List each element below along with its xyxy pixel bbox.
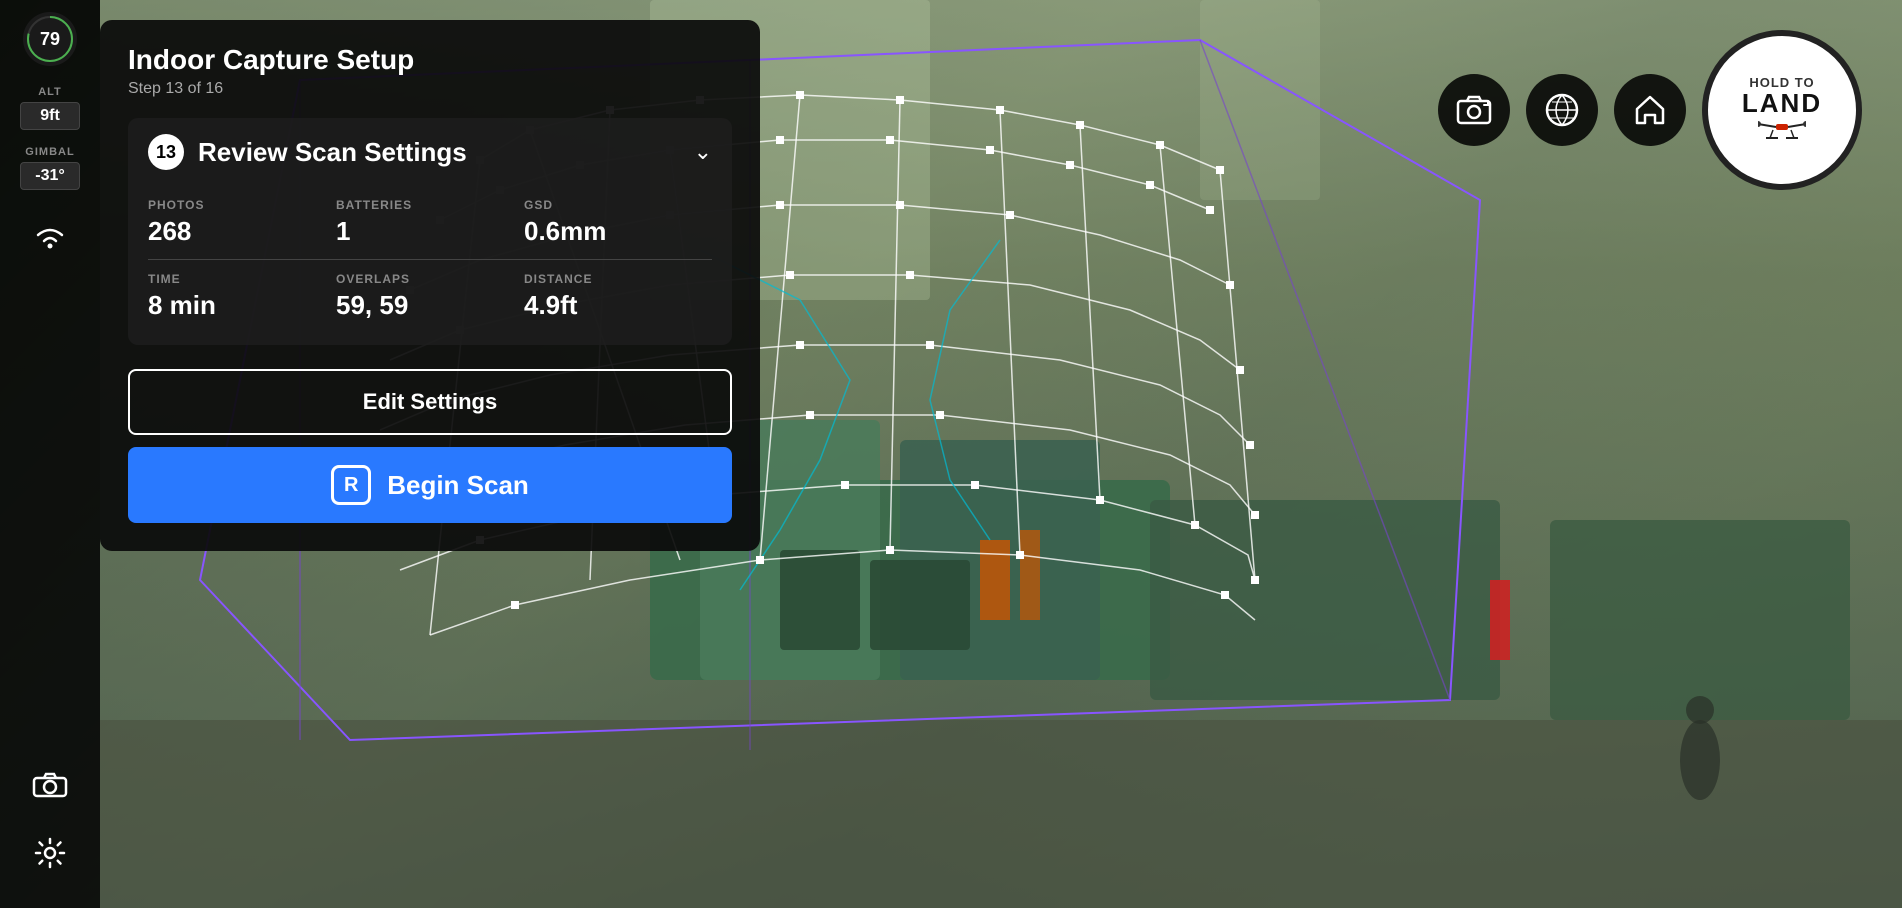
gimbal-value: -31° bbox=[20, 162, 80, 190]
battery-indicator: 79 bbox=[23, 12, 77, 66]
batteries-label: BATTERIES bbox=[336, 198, 524, 212]
gimbal-section: GIMBAL -31° bbox=[0, 146, 100, 206]
begin-scan-button[interactable]: R Begin Scan bbox=[128, 447, 732, 523]
hold-to-land-button[interactable]: HOLD TO LAND bbox=[1702, 30, 1862, 190]
altitude-section: ALT 9ft bbox=[0, 86, 100, 146]
map-button[interactable] bbox=[1526, 74, 1598, 146]
photos-label: PHOTOS bbox=[148, 198, 336, 212]
stats-grid: PHOTOS 268 BATTERIES 1 GSD 0.6mm TIME 8 … bbox=[148, 190, 712, 329]
distance-value: 4.9ft bbox=[524, 290, 712, 321]
top-right-controls: HOLD TO LAND bbox=[1438, 30, 1862, 190]
overlaps-label: OVERLAPS bbox=[336, 272, 524, 286]
begin-scan-label: Begin Scan bbox=[387, 470, 529, 501]
step-header-left: 13 Review Scan Settings bbox=[148, 134, 467, 170]
wifi-icon bbox=[32, 222, 68, 257]
time-stat: TIME 8 min bbox=[148, 264, 336, 329]
alt-label: ALT bbox=[38, 86, 62, 98]
photos-value: 268 bbox=[148, 216, 336, 247]
time-value: 8 min bbox=[148, 290, 336, 321]
edit-settings-button[interactable]: Edit Settings bbox=[128, 369, 732, 435]
step-header: 13 Review Scan Settings ⌄ bbox=[148, 134, 712, 170]
overlaps-value: 59, 59 bbox=[336, 290, 524, 321]
home-button[interactable] bbox=[1614, 74, 1686, 146]
panel-title: Indoor Capture Setup bbox=[128, 44, 732, 76]
alt-value: 9ft bbox=[20, 102, 80, 130]
gimbal-label: GIMBAL bbox=[25, 146, 74, 158]
gsd-label: GSD bbox=[524, 198, 712, 212]
overlaps-stat: OVERLAPS 59, 59 bbox=[336, 264, 524, 329]
gsd-stat: GSD 0.6mm bbox=[524, 190, 712, 255]
distance-label: DISTANCE bbox=[524, 272, 712, 286]
screenshot-button[interactable] bbox=[1438, 74, 1510, 146]
camera-icon[interactable] bbox=[32, 770, 68, 805]
time-label: TIME bbox=[148, 272, 336, 286]
batteries-stat: BATTERIES 1 bbox=[336, 190, 524, 255]
land-drone-icon bbox=[1758, 120, 1806, 145]
batteries-value: 1 bbox=[336, 216, 524, 247]
panel-subtitle: Step 13 of 16 bbox=[128, 80, 732, 98]
hold-to-land-main-text: LAND bbox=[1742, 90, 1822, 116]
photos-stat: PHOTOS 268 bbox=[148, 190, 336, 255]
step-section: 13 Review Scan Settings ⌄ PHOTOS 268 BAT… bbox=[128, 118, 732, 345]
battery-percent: 79 bbox=[29, 18, 71, 60]
r-key-badge: R bbox=[331, 465, 371, 505]
distance-stat: DISTANCE 4.9ft bbox=[524, 264, 712, 329]
step-title: Review Scan Settings bbox=[198, 137, 467, 168]
main-panel: Indoor Capture Setup Step 13 of 16 13 Re… bbox=[100, 20, 760, 551]
settings-icon[interactable] bbox=[34, 837, 66, 876]
sidebar: 79 ALT 9ft GIMBAL -31° bbox=[0, 0, 100, 908]
step-number-badge: 13 bbox=[148, 134, 184, 170]
collapse-icon[interactable]: ⌄ bbox=[694, 139, 712, 165]
gsd-value: 0.6mm bbox=[524, 216, 712, 247]
